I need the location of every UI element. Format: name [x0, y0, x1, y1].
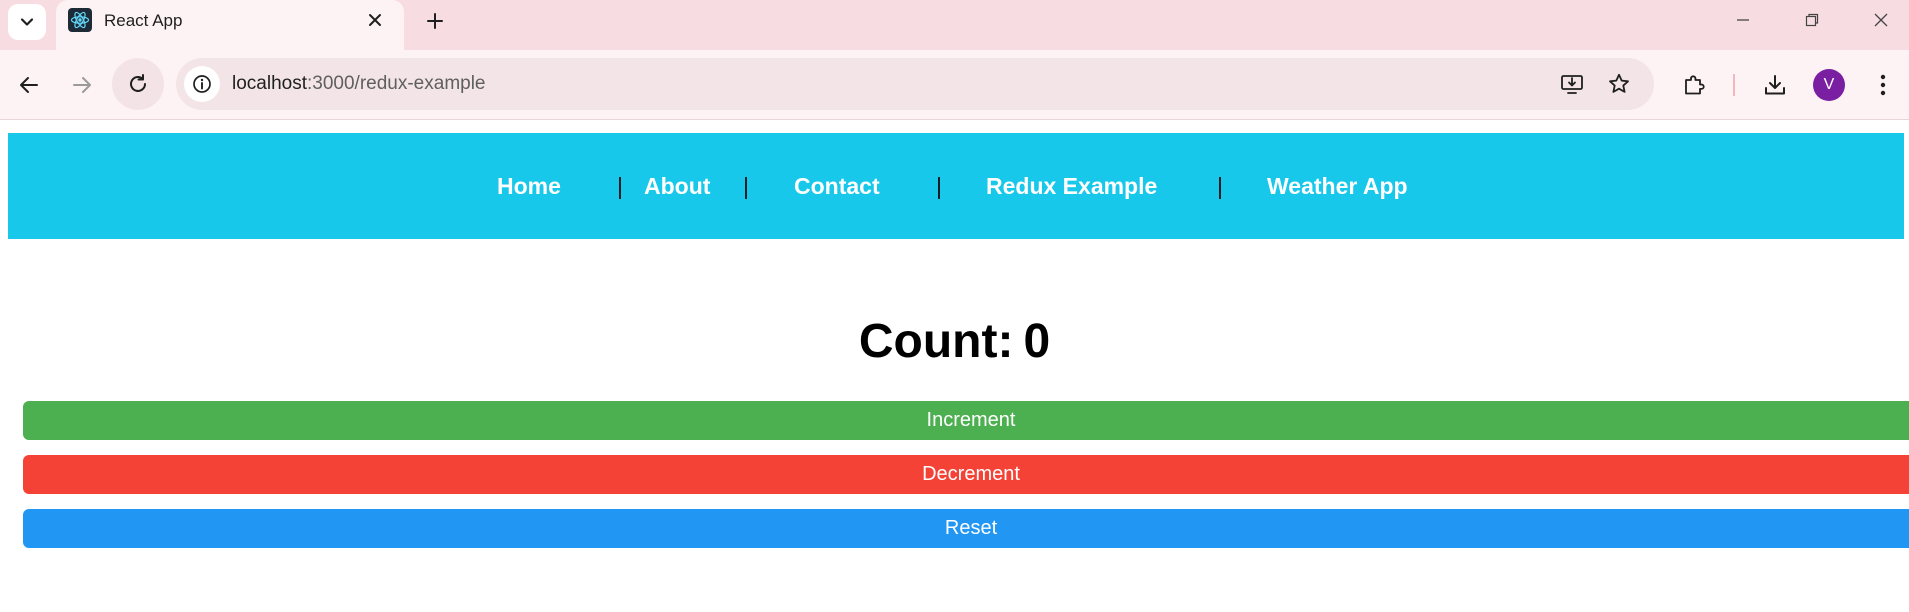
close-icon [1874, 13, 1888, 27]
nav-link-about[interactable]: About [644, 173, 710, 200]
puzzle-icon [1685, 75, 1705, 95]
tab-close-button[interactable] [362, 7, 388, 33]
site-navbar: Home | About | Contact | Redux Example |… [8, 133, 1904, 239]
minimize-button[interactable] [1720, 4, 1766, 36]
address-bar[interactable]: localhost:3000/redux-example [176, 58, 1654, 110]
url-host: localhost [232, 73, 307, 94]
nav-separator: | [743, 173, 749, 199]
site-info-button[interactable] [184, 66, 220, 102]
restore-icon [1805, 13, 1819, 27]
nav-link-redux-example[interactable]: Redux Example [986, 173, 1157, 200]
count-display: Count: 0 [0, 314, 1909, 369]
nav-separator: | [936, 173, 942, 199]
active-tab[interactable]: React App [56, 0, 404, 50]
nav-link-contact[interactable]: Contact [794, 173, 880, 200]
arrow-right-icon [73, 77, 91, 93]
install-app-icon [1561, 75, 1583, 94]
url-text: localhost:3000/redux-example [232, 73, 486, 95]
count-label: Count: [858, 315, 1014, 368]
reload-button[interactable] [112, 58, 164, 110]
minimize-icon [1737, 19, 1749, 21]
new-tab-button[interactable] [420, 6, 450, 36]
reload-icon [130, 74, 146, 92]
download-icon [1765, 75, 1785, 95]
nav-link-home[interactable]: Home [497, 173, 561, 200]
back-button[interactable] [12, 68, 46, 102]
bookmark-button[interactable] [1604, 69, 1634, 99]
count-value: 0 [1023, 315, 1051, 368]
restore-button[interactable] [1789, 4, 1835, 36]
tab-strip: React App [0, 0, 1909, 50]
close-icon [369, 14, 381, 26]
reset-button[interactable]: Reset [23, 509, 1909, 548]
chevron-down-icon [20, 18, 34, 26]
tab-search-button[interactable] [8, 4, 46, 40]
nav-separator: | [1217, 173, 1223, 199]
browser-toolbar: localhost:3000/redux-example V [0, 50, 1909, 120]
url-path: :3000/redux-example [307, 73, 486, 94]
tab-title: React App [104, 11, 183, 30]
react-logo-icon [68, 8, 92, 32]
increment-button[interactable]: Increment [23, 401, 1909, 440]
more-vertical-icon [1880, 74, 1886, 96]
info-icon [193, 75, 211, 93]
nav-separator: | [617, 173, 623, 199]
install-app-button[interactable] [1557, 69, 1587, 99]
arrow-left-icon [20, 77, 38, 93]
decrement-button[interactable]: Decrement [23, 455, 1909, 494]
forward-button[interactable] [65, 68, 99, 102]
profile-avatar[interactable]: V [1813, 69, 1845, 101]
toolbar-separator [1733, 74, 1735, 96]
star-icon [1609, 73, 1629, 93]
downloads-button[interactable] [1758, 68, 1792, 102]
close-window-button[interactable] [1858, 4, 1904, 36]
browser-menu-button[interactable] [1866, 68, 1900, 102]
nav-link-weather-app[interactable]: Weather App [1267, 173, 1408, 200]
plus-icon [427, 13, 443, 29]
extensions-button[interactable] [1677, 68, 1711, 102]
